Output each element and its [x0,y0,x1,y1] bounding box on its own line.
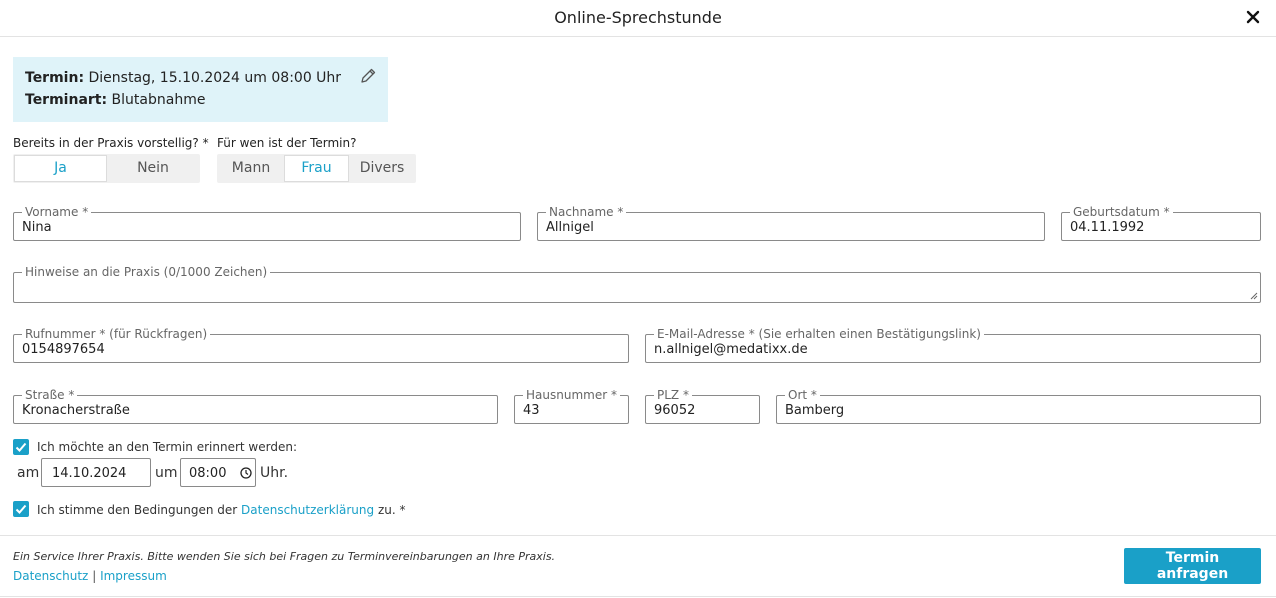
clock-icon[interactable] [240,467,252,479]
reminder-date-input[interactable]: 14.10.2024 [41,458,151,487]
email-value: n.allnigel@medatixx.de [654,342,808,357]
checkmark-icon [15,442,27,452]
appointment-date-line: Termin: Dienstag, 15.10.2024 um 08:00 Uh… [25,70,341,86]
appointment-date-value: Dienstag, 15.10.2024 um 08:00 Uhr [88,70,342,86]
last-name-field[interactable]: Nachname * Allnigel [537,204,1045,241]
dialog-title: Online-Sprechstunde [554,8,722,27]
pencil-icon[interactable] [359,67,377,85]
email-label: E-Mail-Adresse * (Sie erhalten einen Bes… [654,326,984,342]
gender-toggle: Mann Frau Divers [217,154,416,183]
service-note: Ein Service Ihrer Praxis. Bitte wenden S… [13,550,556,563]
resize-handle-icon[interactable] [1250,292,1258,300]
dialog-footer: Ein Service Ihrer Praxis. Bitte wenden S… [0,535,1276,598]
reminder-checkbox[interactable] [13,439,29,455]
footer-links: Datenschutz | Impressum [13,569,167,583]
appointment-summary: Termin: Dienstag, 15.10.2024 um 08:00 Uh… [13,57,388,122]
appointment-date-label: Termin: [25,70,85,86]
zip-field[interactable]: PLZ * 96052 [645,387,760,424]
appointment-type-line: Terminart: Blutabnahme [25,92,205,108]
last-name-label: Nachname * [546,204,627,220]
phone-label: Rufnummer * (für Rückfragen) [22,326,211,342]
street-label: Straße * [22,387,78,403]
birthdate-label: Geburtsdatum * [1070,204,1173,220]
birthdate-field[interactable]: Geburtsdatum * 04.11.1992 [1061,204,1261,241]
existing-patient-toggle: Ja Nein [13,154,200,183]
house-number-label: Hausnummer * [523,387,620,403]
impressum-link[interactable]: Impressum [100,569,167,583]
option-mann[interactable]: Mann [219,156,283,181]
privacy-text-before: Ich stimme den Bedingungen der [37,503,238,517]
city-field[interactable]: Ort * Bamberg [776,387,1261,424]
footer-link-separator: | [92,569,97,583]
dialog-header: Online-Sprechstunde [0,0,1276,37]
last-name-value: Allnigel [546,220,594,235]
zip-value: 96052 [654,403,696,418]
privacy-text-after: zu. * [377,503,406,517]
gender-question: Für wen ist der Termin? [217,136,357,150]
reminder-um-text: um [155,465,178,481]
privacy-checkbox[interactable] [13,501,29,517]
close-icon[interactable] [1244,8,1262,26]
option-frau[interactable]: Frau [285,156,348,181]
city-label: Ort * [785,387,820,403]
reminder-label: Ich möchte an den Termin erinnert werden… [37,440,297,454]
reminder-am-text: am [17,465,40,481]
request-appointment-button[interactable]: Termin anfragen [1124,548,1261,584]
option-divers[interactable]: Divers [350,156,414,181]
first-name-value: Nina [22,220,52,235]
option-ja[interactable]: Ja [15,156,106,181]
birthdate-value: 04.11.1992 [1070,220,1145,235]
privacy-label: Ich stimme den Bedingungen der Datenschu… [37,503,405,517]
phone-value: 0154897654 [22,342,105,357]
reminder-uhr-text: Uhr. [260,465,289,481]
notes-textarea[interactable]: Hinweise an die Praxis (0/1000 Zeichen) [13,264,1261,303]
email-field[interactable]: E-Mail-Adresse * (Sie erhalten einen Bes… [645,326,1261,363]
reminder-time-value: 08:00 [189,466,227,481]
house-number-value: 43 [523,403,540,418]
zip-label: PLZ * [654,387,692,403]
appointment-type-value: Blutabnahme [111,92,206,108]
phone-field[interactable]: Rufnummer * (für Rückfragen) 0154897654 [13,326,629,363]
notes-label: Hinweise an die Praxis (0/1000 Zeichen) [22,264,271,280]
privacy-policy-link[interactable]: Datenschutzerklärung [241,503,374,517]
street-field[interactable]: Straße * Kronacherstraße [13,387,498,424]
reminder-date-value: 14.10.2024 [52,466,127,481]
option-nein[interactable]: Nein [108,156,198,181]
reminder-time-input[interactable]: 08:00 [180,458,256,487]
first-name-field[interactable]: Vorname * Nina [13,204,521,241]
first-name-label: Vorname * [22,204,92,220]
datenschutz-link[interactable]: Datenschutz [13,569,88,583]
existing-patient-question: Bereits in der Praxis vorstellig? * [13,136,209,150]
checkmark-icon [15,504,27,514]
street-value: Kronacherstraße [22,403,130,418]
house-number-field[interactable]: Hausnummer * 43 [514,387,629,424]
city-value: Bamberg [785,403,845,418]
appointment-type-label: Terminart: [25,92,108,108]
